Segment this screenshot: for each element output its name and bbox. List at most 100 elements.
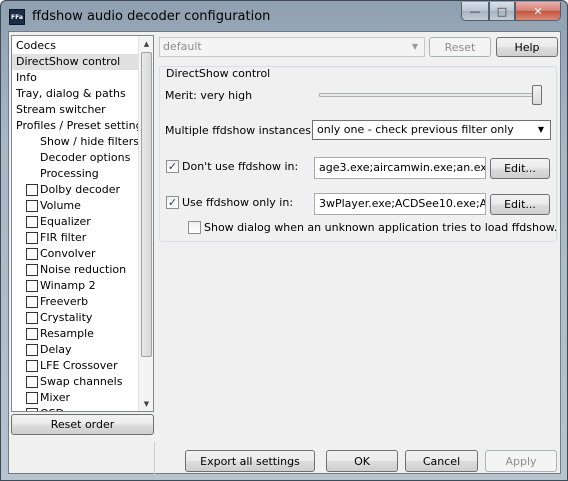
sidebar-item-label: Tray, dialog & paths	[16, 87, 126, 100]
sidebar-item-label: LFE Crossover	[40, 359, 118, 372]
cancel-button[interactable]: Cancel	[405, 450, 478, 472]
sidebar-item-resample[interactable]: Resample	[12, 326, 139, 342]
title-bar[interactable]: FFa ffdshow audio decoder configuration …	[1, 1, 567, 31]
sidebar-item-decoder-options[interactable]: Decoder options	[12, 150, 139, 166]
filter-checkbox[interactable]	[26, 264, 38, 276]
filter-checkbox[interactable]	[26, 248, 38, 260]
filter-checkbox[interactable]	[26, 280, 38, 292]
merit-slider-thumb[interactable]	[532, 85, 542, 105]
scroll-down-icon[interactable]: ▼	[139, 396, 153, 411]
sidebar-item-mixer[interactable]: Mixer	[12, 390, 139, 406]
scroll-up-icon[interactable]: ▲	[139, 36, 153, 51]
minimize-button[interactable]: —	[461, 2, 489, 21]
filter-checkbox[interactable]	[26, 360, 38, 372]
filter-checkbox[interactable]	[26, 312, 38, 324]
sidebar-item-label: Profiles / Preset settings	[16, 119, 149, 132]
chevron-down-icon: ▼	[537, 125, 545, 134]
sidebar-item-label: Equalizer	[40, 215, 91, 228]
sidebar-item-noise-reduction[interactable]: Noise reduction	[12, 262, 139, 278]
sidebar-item-equalizer[interactable]: Equalizer	[12, 214, 139, 230]
filter-checkbox[interactable]	[26, 328, 38, 340]
filter-checkbox[interactable]	[26, 376, 38, 388]
reset-button: Reset	[429, 37, 491, 57]
dont-use-checkbox[interactable]: ✓	[166, 160, 179, 173]
sidebar-item-label: Freeverb	[40, 295, 89, 308]
filter-checkbox[interactable]	[26, 408, 38, 411]
sidebar-item-volume[interactable]: Volume	[12, 198, 139, 214]
instances-dropdown-value: only one - check previous filter only	[317, 123, 514, 136]
merit-slider-track[interactable]	[319, 93, 541, 97]
sidebar-item-label: Swap channels	[40, 375, 123, 388]
help-button[interactable]: Help	[496, 37, 558, 57]
sidebar-item-label: Resample	[40, 327, 94, 340]
sidebar-item-info[interactable]: Info	[12, 70, 139, 86]
sidebar-item-label: DirectShow control	[16, 55, 121, 68]
sidebar-item-show-hide-filters[interactable]: Show / hide filters	[12, 134, 139, 150]
preset-select-value: default	[163, 40, 202, 53]
sidebar-item-convolver[interactable]: Convolver	[12, 246, 139, 262]
sidebar-item-lfe-crossover[interactable]: LFE Crossover	[12, 358, 139, 374]
show-dialog-label: Show dialog when an unknown application …	[204, 221, 558, 234]
scroll-thumb[interactable]	[141, 52, 152, 357]
settings-tree[interactable]: Codecs DirectShow control Info Tray, dialog…	[11, 35, 154, 412]
sidebar-item-label: Decoder options	[40, 151, 131, 164]
sidebar-item-dolby-decoder[interactable]: Dolby decoder	[12, 182, 139, 198]
apply-button: Apply	[485, 450, 557, 472]
sidebar-item-label: Codecs	[16, 39, 56, 52]
sidebar-item-label: FIR filter	[40, 231, 87, 244]
sidebar-item-swap-channels[interactable]: Swap channels	[12, 374, 139, 390]
sidebar-item-label: Stream switcher	[16, 103, 106, 116]
filter-checkbox[interactable]	[26, 296, 38, 308]
close-icon: ✕	[533, 4, 543, 18]
filter-checkbox[interactable]	[26, 200, 38, 212]
use-only-in-label: Use ffdshow only in:	[182, 196, 294, 209]
dont-use-label: Don't use ffdshow in:	[182, 160, 299, 173]
maximize-button[interactable]: □	[489, 2, 515, 21]
footer-separator	[154, 442, 155, 475]
instances-dropdown[interactable]: only one - check previous filter only ▼	[312, 120, 551, 140]
chevron-down-icon: ▼	[411, 42, 419, 51]
filter-checkbox[interactable]	[26, 232, 38, 244]
filter-checkbox[interactable]	[26, 184, 38, 196]
sidebar-item-tray-dialog-paths[interactable]: Tray, dialog & paths	[12, 86, 139, 102]
show-dialog-checkbox[interactable]	[188, 221, 201, 234]
filter-checkbox[interactable]	[26, 344, 38, 356]
use-only-in-edit-button[interactable]: Edit...	[490, 194, 550, 215]
sidebar-item-freeverb[interactable]: Freeverb	[12, 294, 139, 310]
app-window: FFa ffdshow audio decoder configuration …	[0, 0, 568, 481]
sidebar-item-label: Delay	[40, 343, 72, 356]
filter-checkbox[interactable]	[26, 392, 38, 404]
dont-use-edit-button[interactable]: Edit...	[490, 158, 550, 179]
filter-checkbox[interactable]	[26, 216, 38, 228]
reset-order-button[interactable]: Reset order	[11, 414, 154, 435]
sidebar-item-label: Processing	[40, 167, 99, 180]
sidebar-item-label: Crystality	[40, 311, 93, 324]
use-only-in-checkbox[interactable]: ✓	[166, 196, 179, 209]
sidebar-item-label: Mixer	[40, 391, 71, 404]
sidebar-item-codecs[interactable]: Codecs	[12, 38, 139, 54]
dialog-client-area: Codecs DirectShow control Info Tray, dialog…	[8, 31, 561, 475]
ok-button[interactable]: OK	[326, 450, 398, 472]
use-only-in-field[interactable]: 3wPlayer.exe;ACDSee10.exe;ACD	[314, 193, 486, 215]
sidebar-item-label: Noise reduction	[40, 263, 127, 276]
sidebar-item-directshow-control[interactable]: DirectShow control	[12, 54, 139, 70]
group-title: DirectShow control	[164, 67, 273, 80]
window-title: ffdshow audio decoder configuration	[32, 9, 271, 24]
maximize-icon: □	[496, 4, 508, 18]
sidebar-item-label: Volume	[40, 199, 81, 212]
sidebar-item-fir-filter[interactable]: FIR filter	[12, 230, 139, 246]
sidebar-item-label: Show / hide filters	[40, 135, 139, 148]
close-button[interactable]: ✕	[515, 2, 561, 21]
sidebar-item-stream-switcher[interactable]: Stream switcher	[12, 102, 139, 118]
sidebar-item-delay[interactable]: Delay	[12, 342, 139, 358]
sidebar-item-crystality[interactable]: Crystality	[12, 310, 139, 326]
sidebar-item-processing[interactable]: Processing	[12, 166, 139, 182]
sidebar-item-profiles-preset-settings[interactable]: Profiles / Preset settings	[12, 118, 148, 134]
preset-select: default ▼	[159, 37, 425, 57]
tree-scrollbar[interactable]: ▲ ▼	[138, 36, 153, 411]
dont-use-field[interactable]: age3.exe;aircamwin.exe;an.exe;Ap	[314, 157, 486, 179]
minimize-icon: —	[469, 4, 481, 18]
sidebar-item-winamp-2[interactable]: Winamp 2	[12, 278, 139, 294]
sidebar-item-osd[interactable]: OSD	[12, 406, 139, 411]
export-all-settings-button[interactable]: Export all settings	[185, 450, 315, 472]
